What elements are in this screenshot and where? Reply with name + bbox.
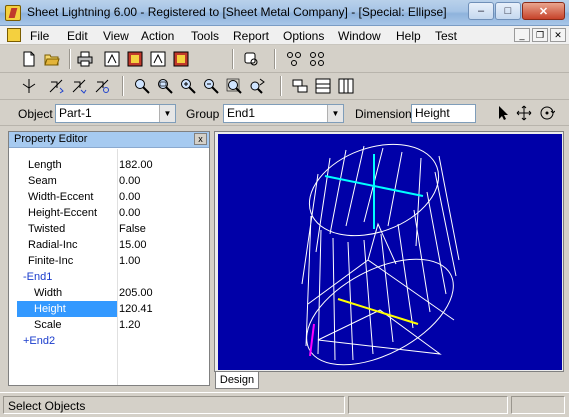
minimize-button[interactable]: – (468, 2, 494, 20)
report-icon-1[interactable] (103, 50, 121, 68)
zoom-out-icon[interactable] (202, 77, 220, 95)
dimension-label: Dimension (355, 107, 412, 121)
group-icon-2[interactable] (308, 50, 326, 68)
property-row[interactable]: Width-Eccent 0.00 (9, 189, 209, 205)
property-group-end2[interactable]: +End2 (9, 333, 209, 349)
status-pane-3 (511, 396, 565, 414)
open-icon[interactable] (43, 50, 61, 68)
toolbar-standard (0, 46, 569, 73)
zoom-in-icon[interactable] (179, 77, 197, 95)
window-title: Sheet Lightning 6.00 - Registered to [Sh… (27, 5, 447, 19)
maximize-button[interactable]: □ (495, 2, 521, 20)
property-row[interactable]: Twisted False (9, 221, 209, 237)
group-label: Group (186, 107, 220, 121)
menu-file[interactable]: File (30, 29, 49, 43)
group-icon-1[interactable] (285, 50, 303, 68)
object-label: Object (18, 107, 53, 121)
property-editor-close-button[interactable]: x (194, 133, 207, 145)
rotate-x-icon[interactable] (47, 77, 65, 95)
layout-icon-2[interactable] (314, 77, 332, 95)
3d-viewport[interactable] (218, 134, 562, 370)
property-row[interactable]: Scale 1.20 (9, 317, 209, 333)
menu-view[interactable]: View (103, 29, 129, 43)
rotate-y-icon[interactable] (70, 77, 88, 95)
mdi-close-button[interactable]: ✕ (550, 28, 566, 42)
property-editor-title: Property Editor (14, 133, 88, 145)
preview-icon[interactable] (242, 50, 260, 68)
window-controls: – □ ✕ (468, 2, 565, 20)
status-bar: Select Objects (0, 392, 569, 417)
toolbar-view (0, 73, 569, 100)
property-row[interactable]: Seam 0.00 (9, 173, 209, 189)
rotate-z-icon[interactable] (93, 77, 111, 95)
report-icon-4[interactable] (172, 50, 190, 68)
group-value: End1 (227, 106, 256, 120)
move-icon[interactable] (515, 104, 533, 122)
menu-report[interactable]: Report (233, 29, 269, 43)
print-icon[interactable] (76, 50, 94, 68)
new-icon[interactable] (20, 50, 38, 68)
flat-pattern-icon[interactable] (20, 77, 38, 95)
zoom-icon[interactable] (133, 77, 151, 95)
zoom-window-icon[interactable] (156, 77, 174, 95)
report-icon-3[interactable] (149, 50, 167, 68)
mdi-minimize-button[interactable]: _ (514, 28, 530, 42)
menu-window[interactable]: Window (338, 29, 381, 43)
app-icon[interactable] (5, 5, 21, 21)
dimension-value: Height (415, 106, 450, 120)
status-text: Select Objects (3, 396, 345, 414)
menu-options[interactable]: Options (283, 29, 324, 43)
property-row[interactable]: Radial-Inc 15.00 (9, 237, 209, 253)
menu-help[interactable]: Help (396, 29, 421, 43)
tab-design[interactable]: Design (215, 372, 259, 389)
property-row-selected[interactable]: Height 120.41 (9, 301, 209, 317)
property-row[interactable]: Width 205.00 (9, 285, 209, 301)
selector-bar: Object Part-1 ▼ Group End1 ▼ Dimension H… (0, 100, 569, 126)
zoom-extents-icon[interactable] (225, 77, 243, 95)
close-button[interactable]: ✕ (522, 2, 565, 20)
object-combo[interactable]: Part-1 ▼ (55, 104, 176, 123)
status-pane-2 (348, 396, 508, 414)
property-editor-header: Property Editor x (9, 132, 209, 148)
property-group-end1[interactable]: -End1 (9, 269, 209, 285)
layout-icon-3[interactable] (337, 77, 355, 95)
ellipse-wireframe (301, 143, 460, 366)
menu-bar: File Edit View Action Tools Report Optio… (0, 26, 569, 45)
mdi-restore-button[interactable]: ❐ (532, 28, 548, 42)
zoom-pan-icon[interactable] (248, 77, 266, 95)
layout-icon-1[interactable] (291, 77, 309, 95)
rotate-icon[interactable] (538, 104, 556, 122)
property-row[interactable]: Length 182.00 (9, 157, 209, 173)
menu-action[interactable]: Action (141, 29, 174, 43)
property-row[interactable]: Finite-Inc 1.00 (9, 253, 209, 269)
menu-test[interactable]: Test (435, 29, 457, 43)
document-icon[interactable] (7, 28, 21, 42)
property-row[interactable]: Height-Eccent 0.00 (9, 205, 209, 221)
menu-tools[interactable]: Tools (191, 29, 219, 43)
mdi-controls: _ ❐ ✕ (514, 28, 566, 42)
menu-edit[interactable]: Edit (67, 29, 88, 43)
property-editor: Property Editor x Length 182.00 Seam 0.00 … (8, 131, 210, 386)
object-value: Part-1 (59, 106, 92, 120)
report-icon-2[interactable] (126, 50, 144, 68)
title-bar: Sheet Lightning 6.00 - Registered to [Sh… (0, 0, 569, 26)
group-combo[interactable]: End1 ▼ (223, 104, 344, 123)
dimension-field[interactable]: Height (411, 104, 476, 123)
chevron-down-icon[interactable]: ▼ (159, 105, 175, 122)
select-arrow-icon[interactable] (494, 104, 512, 122)
chevron-down-icon[interactable]: ▼ (327, 105, 343, 122)
